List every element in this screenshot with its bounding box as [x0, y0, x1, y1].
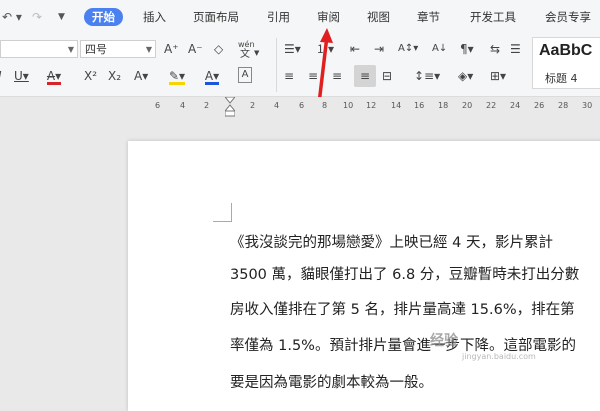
ruler-tick-label: 12: [366, 101, 377, 110]
highlight-button[interactable]: ✎▾: [168, 67, 186, 85]
ruler-tick-label: 22: [486, 101, 497, 110]
align-left-icon[interactable]: ≡: [284, 67, 294, 85]
clear-format-icon[interactable]: ◇: [214, 40, 223, 58]
superscript-button[interactable]: X²: [84, 67, 97, 85]
ruler-tick-label: 6: [299, 101, 305, 110]
divider: [276, 38, 277, 92]
ruler-tick-label: 10: [343, 101, 354, 110]
ruler-tick-label: 28: [558, 101, 569, 110]
phonetic-glyph-icon: 文: [240, 49, 250, 60]
subscript-button[interactable]: X₂: [108, 67, 121, 85]
paragraph-settings-icon[interactable]: ☰: [510, 40, 521, 58]
font-color-bar: [205, 82, 219, 85]
distributed-align-icon[interactable]: ⊟: [382, 67, 392, 85]
ruler-tick-label: 8: [322, 101, 328, 110]
strikethrough-button[interactable]: A▾: [46, 67, 62, 85]
italic-button[interactable]: I: [0, 67, 2, 85]
bullet-list-icon[interactable]: ☰▾: [284, 40, 301, 58]
borders-icon[interactable]: ⊞▾: [490, 67, 506, 85]
show-marks-icon[interactable]: ¶▾: [460, 40, 474, 58]
tab-insert[interactable]: 插入: [143, 8, 166, 26]
highlight-color-bar: [169, 82, 185, 85]
indent-marker-icon[interactable]: [223, 96, 237, 117]
tab-references[interactable]: 引用: [267, 8, 290, 26]
grow-font-button[interactable]: A⁺: [164, 40, 179, 58]
style-sample-text: AaBbC: [539, 42, 593, 59]
ruler-tick-label: 16: [414, 101, 425, 110]
tab-review[interactable]: 审阅: [317, 8, 340, 26]
ruler-tick-label: 26: [534, 101, 545, 110]
line-break-icon[interactable]: ⇆: [490, 40, 500, 58]
justify-icon[interactable]: ≡: [354, 65, 376, 87]
ruler-tick-label: 2: [204, 101, 210, 110]
line-spacing-icon[interactable]: ↕≡▾: [414, 67, 440, 85]
redo-icon[interactable]: ↷: [32, 8, 42, 26]
tab-developer[interactable]: 开发工具: [470, 8, 516, 26]
tab-view[interactable]: 视图: [367, 8, 390, 26]
ruler-tick-label: 30: [582, 101, 593, 110]
document-page[interactable]: 《我沒談完的那場戀愛》上映已經 4 天，影片累計 3500 萬，貓眼僅打出了 6…: [128, 141, 600, 411]
font-size-select[interactable]: 四号 ▼: [80, 40, 156, 58]
shrink-font-button[interactable]: A⁻: [188, 40, 203, 58]
shading-icon[interactable]: ◈▾: [458, 67, 473, 85]
underline-button[interactable]: U▾: [14, 67, 29, 85]
font-color-button[interactable]: A▾: [204, 67, 220, 85]
style-gallery-item[interactable]: AaBbC 标题 4: [532, 37, 600, 89]
tab-home[interactable]: 开始: [84, 8, 123, 26]
ruler-tick-label: 14: [391, 101, 402, 110]
tab-page-layout[interactable]: 页面布局: [193, 8, 239, 26]
increase-indent-icon[interactable]: ⇥: [374, 40, 384, 58]
watermark-url: jingyan.baidu.com: [462, 352, 536, 361]
paragraph-line: 《我沒談完的那場戀愛》上映已經 4 天，影片累計: [230, 235, 553, 251]
paragraph-line: 要是因為電影的劇本較為一般。: [230, 375, 433, 391]
ruler-tick-label: 20: [462, 101, 473, 110]
watermark-logo: 经验: [430, 333, 458, 349]
sort-icon[interactable]: A↓: [432, 40, 447, 58]
tab-section[interactable]: 章节: [417, 8, 440, 26]
chevron-down-icon: ▼: [67, 45, 74, 54]
paragraph-line: 3500 萬，貓眼僅打出了 6.8 分，豆瓣暫時未打出分數: [230, 267, 580, 283]
ruler-tick-label: 6: [155, 101, 161, 110]
decrease-indent-icon[interactable]: ⇤: [350, 40, 360, 58]
undo-icon[interactable]: ↶ ▾: [2, 8, 22, 26]
ruler-tick-label: 4: [274, 101, 280, 110]
chinese-layout-icon[interactable]: A↕▾: [398, 40, 418, 58]
text-effects-icon[interactable]: A▾: [134, 67, 148, 85]
paragraph-line: 房收入僅排在了第 5 名，排片量高達 15.6%，排在第: [230, 302, 575, 318]
ruler-tick-label: 2: [250, 101, 256, 110]
font-size-value: 四号: [85, 43, 107, 56]
ruler-tick-label: 18: [438, 101, 449, 110]
character-border-icon[interactable]: A: [238, 67, 252, 83]
customize-toolbar-icon[interactable]: ▼: [58, 8, 65, 26]
tab-member[interactable]: 会员专享: [545, 8, 591, 26]
ruler-tick-label: 4: [180, 101, 186, 110]
chevron-down-icon[interactable]: ▼: [254, 44, 259, 62]
ruler-tick-label: 24: [510, 101, 521, 110]
font-name-select[interactable]: ▼: [0, 40, 78, 58]
chevron-down-icon: ▼: [145, 45, 152, 54]
horizontal-ruler[interactable]: 6 4 2 2 4 6 8 10 12 14 16 18 20 22 24 26…: [0, 96, 600, 119]
style-name-label: 标题 4: [545, 72, 578, 85]
font-color-bar: [47, 82, 61, 85]
margin-corner-mark: [213, 203, 232, 222]
